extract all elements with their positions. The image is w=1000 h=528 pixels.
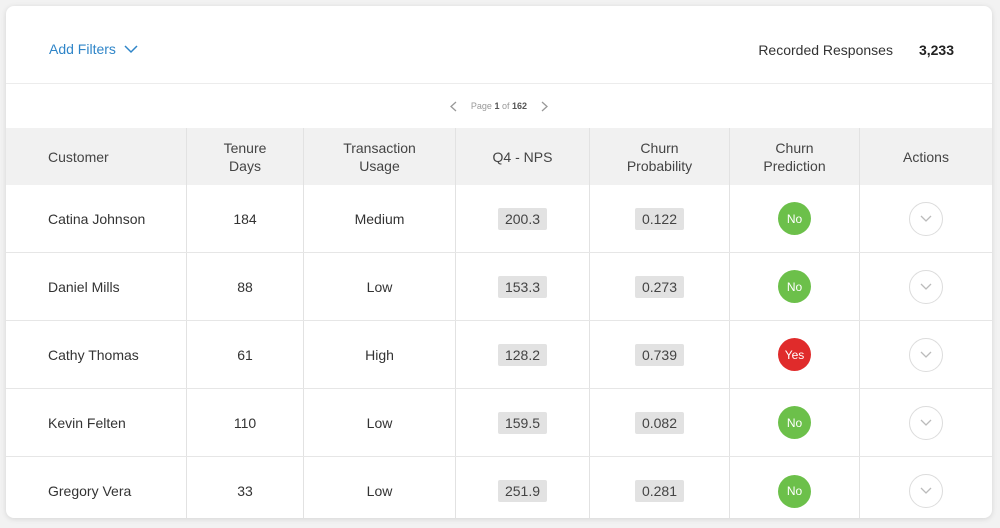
table-row: Kevin Felten 110 Low 159.5 0.082 No	[6, 389, 992, 457]
chevron-down-icon	[920, 487, 932, 494]
toolbar: Add Filters Recorded Responses 3,233	[6, 6, 992, 84]
transaction-usage: Medium	[304, 185, 456, 252]
table-row: Daniel Mills 88 Low 153.3 0.273 No	[6, 253, 992, 321]
table-row: Cathy Thomas 61 High 128.2 0.739 Yes	[6, 321, 992, 389]
customer-table: Customer Tenure Days Transaction Usage Q4 - N…	[6, 128, 992, 518]
prev-page-button[interactable]	[449, 101, 457, 112]
churn-prediction-cell: No	[730, 457, 860, 518]
probability-value: 0.122	[634, 207, 685, 230]
actions-cell	[860, 389, 992, 456]
probability-value: 0.281	[634, 480, 685, 502]
chevron-down-icon	[920, 283, 932, 290]
churn-prediction-cell: No	[730, 389, 860, 456]
nps-value: 128.2	[497, 343, 548, 366]
customer-name: Cathy Thomas	[6, 321, 187, 388]
probability-value: 0.082	[634, 411, 685, 434]
add-filters-label: Add Filters	[49, 41, 116, 57]
transaction-usage: Low	[304, 253, 456, 320]
nps-value: 159.5	[497, 411, 548, 434]
actions-cell	[860, 185, 992, 252]
probability-value: 0.739	[634, 343, 685, 366]
actions-cell	[860, 321, 992, 388]
row-action-button[interactable]	[909, 405, 943, 440]
column-header-churn-prediction: Churn Prediction	[730, 128, 860, 185]
q4-nps-cell: 159.5	[456, 389, 590, 456]
tenure-days: 110	[187, 389, 304, 456]
churn-probability-cell: 0.273	[590, 253, 730, 320]
transaction-usage: High	[304, 321, 456, 388]
chevron-down-icon	[124, 44, 138, 53]
prediction-badge: No	[778, 270, 811, 303]
column-header-churn-probability: Churn Probability	[590, 128, 730, 185]
responses-card: Add Filters Recorded Responses 3,233 Pag…	[6, 6, 992, 518]
page-total: 162	[512, 101, 528, 111]
probability-value: 0.273	[634, 275, 685, 298]
table-header: Customer Tenure Days Transaction Usage Q4 - N…	[6, 128, 992, 185]
nps-value: 200.3	[497, 207, 548, 230]
actions-cell	[860, 457, 992, 518]
churn-probability-cell: 0.739	[590, 321, 730, 388]
customer-name: Daniel Mills	[6, 253, 187, 320]
churn-prediction-cell: No	[730, 185, 860, 252]
column-header-tenure-days: Tenure Days	[187, 128, 304, 185]
page-current: 1	[494, 101, 500, 111]
tenure-days: 61	[187, 321, 304, 388]
customer-name: Kevin Felten	[6, 389, 187, 456]
table-row: Catina Johnson 184 Medium 200.3 0.122 No	[6, 185, 992, 253]
page-prefix: Page	[470, 101, 492, 111]
row-action-button[interactable]	[909, 269, 943, 304]
churn-probability-cell: 0.122	[590, 185, 730, 252]
prediction-badge: No	[778, 202, 811, 235]
q4-nps-cell: 153.3	[456, 253, 590, 320]
chevron-down-icon	[920, 351, 932, 358]
customer-name: Catina Johnson	[6, 185, 187, 252]
row-action-button[interactable]	[909, 474, 943, 508]
pagination: Page 1 of 162	[6, 84, 992, 128]
prediction-badge: No	[778, 474, 811, 508]
tenure-days: 33	[187, 457, 304, 518]
add-filters-button[interactable]: Add Filters	[49, 41, 138, 57]
page-of: of	[502, 101, 510, 111]
row-action-button[interactable]	[909, 337, 943, 372]
customer-name: Gregory Vera	[6, 457, 187, 518]
tenure-days: 88	[187, 253, 304, 320]
column-header-customer: Customer	[6, 128, 187, 185]
churn-probability-cell: 0.281	[590, 457, 730, 518]
churn-prediction-cell: No	[730, 253, 860, 320]
chevron-down-icon	[920, 215, 932, 222]
row-action-button[interactable]	[909, 201, 943, 236]
recorded-responses-label: Recorded Responses	[758, 42, 893, 58]
nps-value: 251.9	[497, 480, 548, 502]
table-body: Catina Johnson 184 Medium 200.3 0.122 No Danie…	[6, 185, 992, 518]
column-header-transaction-usage: Transaction Usage	[304, 128, 456, 185]
chevron-down-icon	[920, 419, 932, 426]
column-header-actions: Actions	[903, 148, 949, 165]
recorded-responses-count: 3,233	[918, 42, 954, 58]
recorded-responses: Recorded Responses 3,233	[758, 42, 954, 58]
nps-value: 153.3	[497, 275, 548, 298]
page-indicator: Page 1 of 162	[471, 101, 527, 111]
q4-nps-cell: 251.9	[456, 457, 590, 518]
table-row: Gregory Vera 33 Low 251.9 0.281 No	[6, 457, 992, 518]
q4-nps-cell: 200.3	[456, 185, 590, 252]
transaction-usage: Low	[304, 457, 456, 518]
tenure-days: 184	[187, 185, 304, 252]
churn-prediction-cell: Yes	[730, 321, 860, 388]
column-header-q4-nps: Q4 - NPS	[456, 128, 590, 185]
transaction-usage: Low	[304, 389, 456, 456]
actions-cell	[860, 253, 992, 320]
prediction-badge: No	[778, 406, 811, 439]
prediction-badge: Yes	[778, 338, 811, 371]
chevron-right-icon	[541, 101, 549, 111]
next-page-button[interactable]	[541, 101, 549, 112]
q4-nps-cell: 128.2	[456, 321, 590, 388]
churn-probability-cell: 0.082	[590, 389, 730, 456]
chevron-left-icon	[449, 101, 457, 111]
